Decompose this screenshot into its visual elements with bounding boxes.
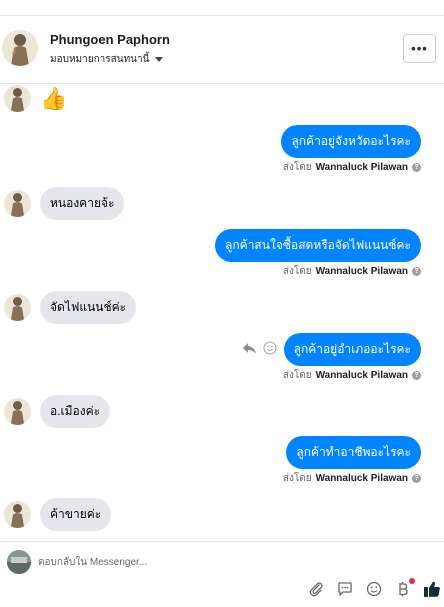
sent-by-label: ส่งโดย Wannaluck Pilawan ? [283,368,421,383]
sent-by-prefix: ส่งโดย [282,473,312,484]
contact-avatar-small [4,294,31,321]
assign-conversation-label: มอบหมายการสนทนานี้ [50,54,150,65]
reply-composer [0,541,444,607]
help-icon[interactable]: ? [412,474,421,483]
top-strip [0,0,444,16]
message-bubble-incoming[interactable]: ค้าขายค่ะ [40,498,112,531]
contact-avatar-small [4,398,31,425]
contact-avatar-small [4,501,31,528]
more-icon: ••• [411,41,428,56]
message-bubble-outgoing[interactable]: ลูกค้าทำอาชีพอะไรคะ [286,436,421,469]
sent-by-label: ส่งโดย Wannaluck Pilawan ? [283,471,421,486]
message-bubble-outgoing[interactable]: ลูกค้าอยู่อำเภออะไรคะ [283,333,421,366]
thumbs-up-emoji[interactable]: 👍 [40,86,67,111]
help-icon[interactable]: ? [412,163,421,172]
message-row-incoming: หนองคายจ้ะ [4,187,125,220]
sent-by-label: ส่งโดย Wannaluck Pilawan ? [283,160,421,175]
sender-name: Wannaluck Pilawan [315,162,408,173]
caret-down-icon [155,57,164,62]
message-row-incoming: อ.เมืองค่ะ [4,395,111,428]
emoji-icon[interactable] [365,580,383,598]
message-row-incoming: ค้าขายค่ะ [4,498,112,531]
like-icon[interactable] [423,580,441,598]
react-icon[interactable] [263,341,277,360]
sent-by-prefix: ส่งโดย [282,162,312,173]
message-bubble-incoming[interactable]: อ.เมืองค่ะ [40,395,111,428]
contact-avatar-small [4,190,31,217]
message-bubble-outgoing[interactable]: ลูกค้าอยู่จังหวัดอะไรคะ [281,125,421,158]
saved-replies-icon[interactable] [336,580,354,598]
message-bubble-outgoing[interactable]: ลูกค้าสนใจซื้อสดหรือจัดไฟแนนซ์คะ [215,229,421,262]
conversation-header: Phungoen Paphorn มอบหมายการสนทนานี้ ••• [0,16,444,84]
page-avatar [7,550,31,574]
help-icon[interactable]: ? [412,371,421,380]
assign-conversation[interactable]: มอบหมายการสนทนานี้ [50,52,164,67]
sender-name: Wannaluck Pilawan [315,370,408,381]
message-row-incoming: จัดไฟแนนช์ค่ะ [4,291,137,324]
more-options-button[interactable]: ••• [403,34,436,63]
contact-name[interactable]: Phungoen Paphorn [50,32,170,47]
reply-icon[interactable] [242,342,257,360]
notification-dot [409,578,415,584]
message-bubble-incoming[interactable]: จัดไฟแนนช์ค่ะ [40,291,137,324]
sent-by-prefix: ส่งโดย [282,266,312,277]
message-bubble-incoming[interactable]: หนองคายจ้ะ [40,187,125,220]
sender-name: Wannaluck Pilawan [315,473,408,484]
payments-icon[interactable] [394,578,415,598]
contact-avatar[interactable] [2,30,38,66]
sender-name: Wannaluck Pilawan [315,266,408,277]
contact-avatar-small [4,85,31,112]
message-actions [242,341,277,360]
reply-input[interactable] [38,552,418,572]
attach-icon[interactable] [307,580,325,598]
composer-toolbar [307,578,441,598]
sent-by-label: ส่งโดย Wannaluck Pilawan ? [283,264,421,279]
help-icon[interactable]: ? [412,267,421,276]
sent-by-prefix: ส่งโดย [282,370,312,381]
message-row-incoming: 👍 [4,85,67,112]
